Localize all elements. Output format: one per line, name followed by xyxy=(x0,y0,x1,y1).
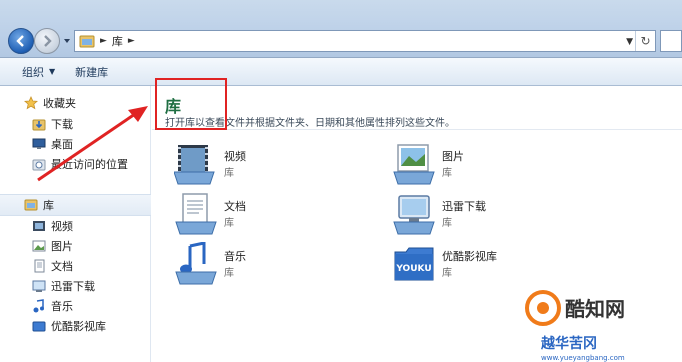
arrow-left-icon xyxy=(16,35,24,47)
recent-places-icon xyxy=(32,159,46,171)
document-library-icon xyxy=(34,259,45,273)
watermark-brand: 酷知网 xyxy=(565,297,625,321)
youku-library-icon: YOUKU xyxy=(394,247,434,281)
sidebar-item-label: 图片 xyxy=(51,240,73,253)
library-tile-music[interactable]: 音乐 库 xyxy=(174,242,364,290)
watermark: 酷知网 越华苦冈 www.yueyangbang.com xyxy=(525,290,625,362)
sidebar-item-downloads[interactable]: 下载 xyxy=(32,115,73,133)
music-library-icon xyxy=(175,242,217,285)
annotation-highlight-box xyxy=(155,78,227,130)
forward-button[interactable] xyxy=(34,28,60,54)
chevron-right-icon[interactable]: ► xyxy=(128,36,135,46)
sidebar-item-label: 收藏夹 xyxy=(43,97,76,110)
library-folder-icon xyxy=(79,35,95,48)
sidebar-item-pictures[interactable]: 图片 xyxy=(32,237,73,255)
star-icon xyxy=(24,96,38,110)
library-folder-icon xyxy=(24,199,38,211)
library-type: 库 xyxy=(442,218,452,229)
document-library-icon xyxy=(175,193,217,235)
organize-button[interactable]: 组织 ▼ xyxy=(12,58,65,85)
library-header: 库 打开库以查看文件并根据文件夹、日期和其他属性排列这些文件。 xyxy=(152,86,682,130)
chevron-right-icon[interactable]: ► xyxy=(100,36,107,46)
arrow-right-icon xyxy=(44,35,52,47)
library-name: 文档 xyxy=(224,200,246,213)
library-type: 库 xyxy=(224,218,234,229)
refresh-icon[interactable]: ↻ xyxy=(635,31,655,51)
library-name: 优酷影视库 xyxy=(442,250,497,263)
sidebar-item-label: 迅雷下载 xyxy=(51,280,95,293)
sidebar-item-favorites[interactable]: 收藏夹 xyxy=(24,94,76,112)
video-library-icon xyxy=(174,145,215,185)
address-dropdown-icon[interactable]: ▼ xyxy=(626,37,633,47)
thunder-download-library-icon xyxy=(393,195,435,235)
new-library-label: 新建库 xyxy=(75,65,109,79)
library-name: 图片 xyxy=(442,150,464,163)
sidebar-item-recent-places[interactable]: 最近访问的位置 xyxy=(32,155,128,173)
address-bar: ► 库 ► ▼ ↻ xyxy=(0,0,682,58)
sidebar-item-label: 音乐 xyxy=(51,300,73,313)
library-name: 迅雷下载 xyxy=(442,200,486,213)
sidebar-item-label: 库 xyxy=(43,199,54,212)
library-type: 库 xyxy=(224,168,234,179)
sidebar-item-label: 最近访问的位置 xyxy=(51,158,128,171)
youku-library-icon xyxy=(32,321,46,332)
chevron-down-icon: ▼ xyxy=(49,67,56,76)
picture-library-icon xyxy=(32,240,46,252)
breadcrumb-library[interactable]: 库 xyxy=(112,33,123,49)
library-type: 库 xyxy=(442,168,452,179)
organize-label: 组织 xyxy=(22,65,44,79)
sidebar-item-videos[interactable]: 视频 xyxy=(32,217,73,235)
download-folder-icon xyxy=(32,119,46,131)
library-tile-thunder-download[interactable]: 迅雷下载 库 xyxy=(392,192,582,240)
recent-pages-dropdown[interactable] xyxy=(62,36,72,46)
thunder-download-library-icon xyxy=(32,280,46,292)
sidebar-item-youku[interactable]: 优酷影视库 xyxy=(32,317,106,335)
music-library-icon xyxy=(33,299,44,313)
library-tile-pictures[interactable]: 图片 库 xyxy=(392,142,582,190)
command-bar: 组织 ▼ 新建库 xyxy=(0,58,682,86)
back-button[interactable] xyxy=(8,28,34,54)
library-type: 库 xyxy=(224,268,234,279)
library-name: 视频 xyxy=(224,150,246,163)
sidebar-item-label: 视频 xyxy=(51,220,73,233)
sidebar-item-libraries[interactable]: 库 xyxy=(24,196,54,214)
watermark-url: www.yueyangbang.com xyxy=(541,354,625,362)
library-type: 库 xyxy=(442,268,452,279)
sidebar-item-thunder-download[interactable]: 迅雷下载 xyxy=(32,277,95,295)
library-tile-documents[interactable]: 文档 库 xyxy=(174,192,364,240)
sidebar-item-desktop[interactable]: 桌面 xyxy=(32,135,73,153)
address-field[interactable]: ► 库 ► ▼ ↻ xyxy=(74,30,656,52)
sidebar-item-label: 下载 xyxy=(51,118,73,131)
library-name: 音乐 xyxy=(224,250,246,263)
youku-badge: YOUKU xyxy=(395,264,431,274)
sidebar-item-label: 优酷影视库 xyxy=(51,320,106,333)
navigation-pane: 收藏夹 下载 桌面 最近访问的位置 库 视频 图片 文档 迅雷下载 音乐 优酷影… xyxy=(0,86,151,362)
video-library-icon xyxy=(33,221,45,231)
sidebar-item-label: 桌面 xyxy=(51,138,73,151)
watermark-site-name: 越华苦冈 xyxy=(540,335,597,352)
sidebar-item-label: 文档 xyxy=(51,260,73,273)
sidebar-selected-row xyxy=(0,194,151,216)
new-library-button[interactable]: 新建库 xyxy=(65,58,118,85)
picture-library-icon xyxy=(393,144,435,185)
library-tile-videos[interactable]: 视频 库 xyxy=(174,142,364,190)
desktop-icon xyxy=(32,138,46,149)
search-input[interactable] xyxy=(660,30,682,52)
sidebar-item-music[interactable]: 音乐 xyxy=(32,297,73,315)
sidebar-item-documents[interactable]: 文档 xyxy=(32,257,73,275)
